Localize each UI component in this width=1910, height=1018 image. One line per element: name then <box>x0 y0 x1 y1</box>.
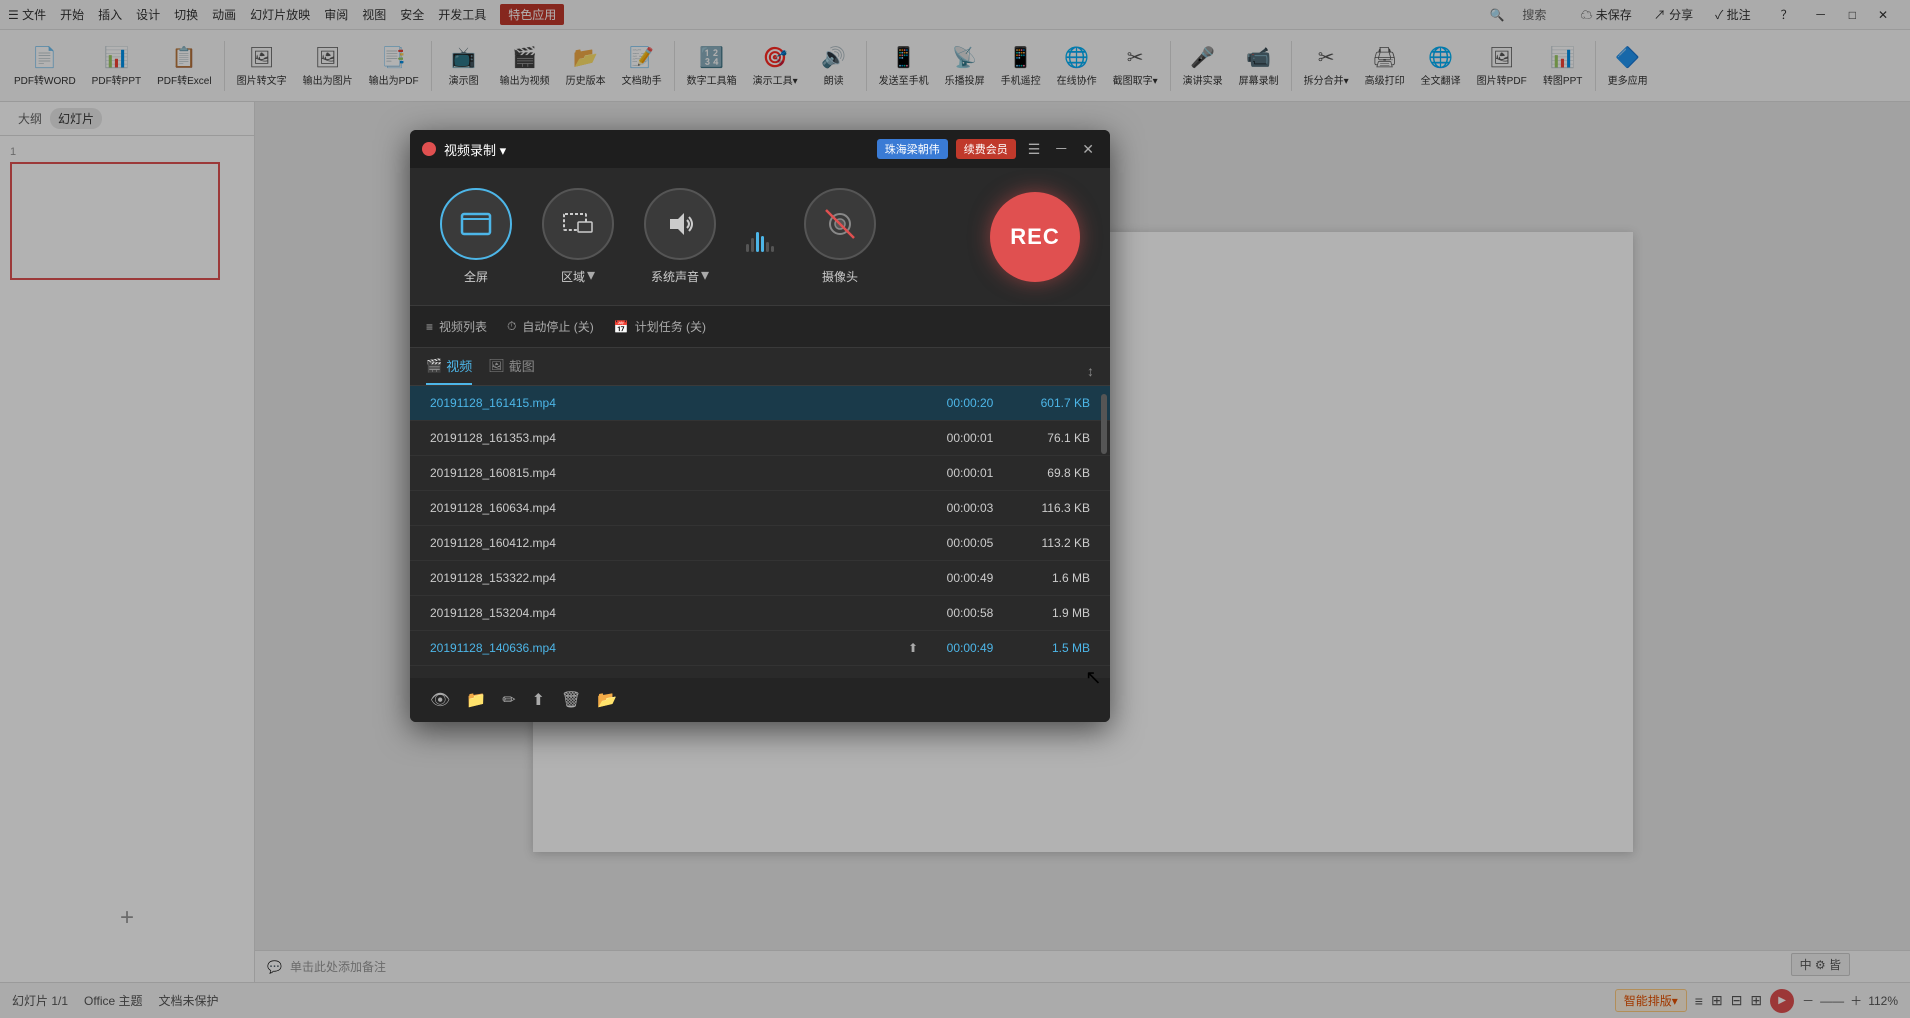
auto-stop-btn[interactable]: ⏱ 自动停止 (关) <box>507 318 594 335</box>
camera-label: 摄像头 <box>822 268 858 285</box>
camera-circle <box>804 188 876 260</box>
video-tab-icon: 🎬 <box>426 358 442 374</box>
system-audio-label: 系统声音 <box>651 268 699 285</box>
file-duration-4: 00:00:03 <box>930 501 1010 515</box>
file-size-5: 113.2 KB <box>1010 536 1090 550</box>
recorder-footer: 👁 📁 ✏ ⬆ 🗑 📂 <box>410 678 1110 722</box>
recorder-controls: 全屏 区域 ▾ <box>410 168 1110 306</box>
auto-stop-icon: ⏱ <box>507 319 516 334</box>
file-size-4: 116.3 KB <box>1010 501 1090 515</box>
file-size-1: 601.7 KB <box>1010 396 1090 410</box>
file-size-3: 69.8 KB <box>1010 466 1090 480</box>
titlebar-buttons: ☰ － ✕ <box>1024 137 1098 161</box>
footer-view-icon[interactable]: 👁 <box>430 690 450 710</box>
file-name-1: 20191128_161415.mp4 <box>430 396 930 410</box>
list-scrollbar[interactable] <box>1100 390 1108 678</box>
upload-icon-8: ⬆ <box>908 641 918 655</box>
system-audio-arrow: ▾ <box>701 265 709 285</box>
list-icon: ≡ <box>426 320 433 334</box>
modal-overlay: 视频录制 ▾ 珠海梁朝伟 续费会员 ☰ － ✕ 全屏 <box>0 0 1910 1018</box>
file-duration-8: 00:00:49 <box>930 641 1010 655</box>
footer-delete-icon[interactable]: 🗑 <box>561 690 581 710</box>
footer-folder-icon[interactable]: 📂 <box>597 690 617 710</box>
file-duration-1: 00:00:20 <box>930 396 1010 410</box>
footer-upload-icon[interactable]: ⬆ <box>532 690 545 710</box>
footer-edit-icon[interactable]: ✏ <box>502 690 515 710</box>
region-label: 区域 <box>561 268 585 285</box>
video-list-btn[interactable]: ≡ 视频列表 <box>426 318 487 335</box>
file-duration-3: 00:00:01 <box>930 466 1010 480</box>
recorder-title: 视频录制 ▾ <box>444 140 877 159</box>
video-tab-label: 视频 <box>446 356 472 375</box>
file-size-6: 1.6 MB <box>1010 571 1090 585</box>
volume-lines <box>746 222 774 252</box>
file-size-2: 76.1 KB <box>1010 431 1090 445</box>
close-icon[interactable]: ✕ <box>1078 139 1098 160</box>
screenshot-tab-label: 截图 <box>509 356 535 375</box>
file-row-1[interactable]: 20191128_161415.mp4 00:00:20 601.7 KB <box>410 386 1110 421</box>
region-arrow: ▾ <box>587 265 595 285</box>
tab-screenshot[interactable]: 🖼 截图 <box>488 356 535 385</box>
file-row-2[interactable]: 20191128_161353.mp4 00:00:01 76.1 KB <box>410 421 1110 456</box>
list-tabs: 🎬 视频 🖼 截图 ↕ <box>410 348 1110 386</box>
recorder-titlebar: 视频录制 ▾ 珠海梁朝伟 续费会员 ☰ － ✕ <box>410 130 1110 168</box>
file-row-5[interactable]: 20191128_160412.mp4 00:00:05 113.2 KB <box>410 526 1110 561</box>
file-size-7: 1.9 MB <box>1010 606 1090 620</box>
file-row-7[interactable]: 20191128_153204.mp4 00:00:58 1.9 MB <box>410 596 1110 631</box>
auto-stop-label: 自动停止 (关) <box>522 318 593 335</box>
volume-indicator <box>746 222 774 252</box>
rec-title-dot <box>422 142 436 156</box>
screenshot-tab-icon: 🖼 <box>488 358 505 374</box>
file-duration-5: 00:00:05 <box>930 536 1010 550</box>
region-circle <box>542 188 614 260</box>
file-name-4: 20191128_160634.mp4 <box>430 501 930 515</box>
system-audio-circle <box>644 188 716 260</box>
schedule-icon: 📅 <box>614 320 629 334</box>
footer-open-folder-icon[interactable]: 📁 <box>466 690 486 710</box>
region-btn[interactable]: 区域 ▾ <box>542 188 614 285</box>
file-size-8: 1.5 MB <box>1010 641 1090 655</box>
file-name-8: 20191128_140636.mp4 <box>430 641 896 655</box>
sort-btn[interactable]: ↕ <box>1087 363 1094 379</box>
recorder-title-arrow[interactable]: ▾ <box>500 143 507 158</box>
recorder-list: 🎬 视频 🖼 截图 ↕ 20191128_161415.mp4 00:00:20… <box>410 348 1110 678</box>
file-list: 20191128_161415.mp4 00:00:20 601.7 KB 20… <box>410 386 1110 666</box>
schedule-label: 计划任务 (关) <box>635 318 706 335</box>
file-name-7: 20191128_153204.mp4 <box>430 606 930 620</box>
recorder-toolbar: ≡ 视频列表 ⏱ 自动停止 (关) 📅 计划任务 (关) <box>410 306 1110 348</box>
fullscreen-btn[interactable]: 全屏 <box>440 188 512 285</box>
file-row-8[interactable]: 20191128_140636.mp4 ⬆ 00:00:49 1.5 MB <box>410 631 1110 666</box>
file-duration-6: 00:00:49 <box>930 571 1010 585</box>
recorder-title-text: 视频录制 <box>444 143 496 158</box>
rec-button[interactable]: REC <box>990 192 1080 282</box>
vip-badge[interactable]: 续费会员 <box>956 139 1016 159</box>
fullscreen-label: 全屏 <box>464 268 488 285</box>
file-duration-2: 00:00:01 <box>930 431 1010 445</box>
schedule-task-btn[interactable]: 📅 计划任务 (关) <box>614 318 706 335</box>
file-row-4[interactable]: 20191128_160634.mp4 00:00:03 116.3 KB <box>410 491 1110 526</box>
user-name-badge: 珠海梁朝伟 <box>877 139 948 159</box>
minimize-icon[interactable]: － <box>1050 137 1072 161</box>
file-name-6: 20191128_153322.mp4 <box>430 571 930 585</box>
menu-icon[interactable]: ☰ <box>1024 139 1045 160</box>
file-duration-7: 00:00:58 <box>930 606 1010 620</box>
video-list-label: 视频列表 <box>439 318 487 335</box>
rec-label: REC <box>1010 224 1059 250</box>
recorder-window: 视频录制 ▾ 珠海梁朝伟 续费会员 ☰ － ✕ 全屏 <box>410 130 1110 722</box>
file-name-2: 20191128_161353.mp4 <box>430 431 930 445</box>
file-row-6[interactable]: 20191128_153322.mp4 00:00:49 1.6 MB <box>410 561 1110 596</box>
tab-video[interactable]: 🎬 视频 <box>426 356 472 385</box>
file-name-5: 20191128_160412.mp4 <box>430 536 930 550</box>
camera-btn[interactable]: 摄像头 <box>804 188 876 285</box>
fullscreen-circle <box>440 188 512 260</box>
file-row-3[interactable]: 20191128_160815.mp4 00:00:01 69.8 KB <box>410 456 1110 491</box>
file-name-3: 20191128_160815.mp4 <box>430 466 930 480</box>
system-audio-btn[interactable]: 系统声音 ▾ <box>644 188 716 285</box>
